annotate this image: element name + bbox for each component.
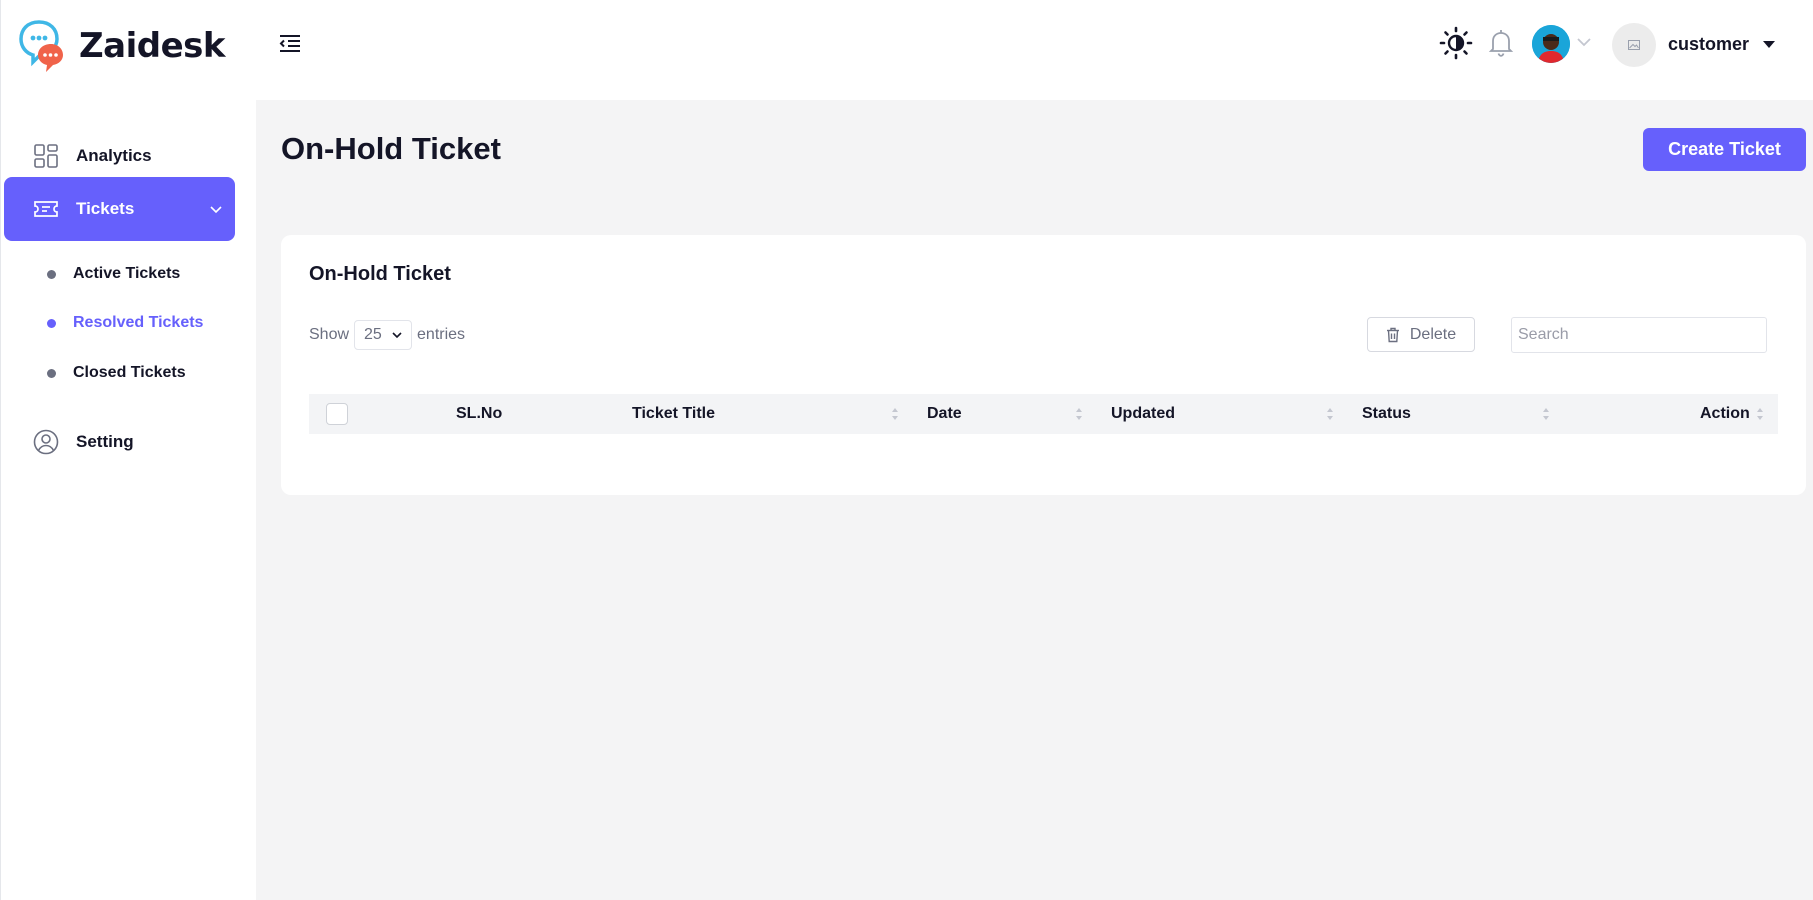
theme-toggle-icon[interactable] <box>1439 26 1473 60</box>
sidebar-subitem-label: Closed Tickets <box>73 364 186 381</box>
ticket-icon <box>34 201 58 217</box>
person-avatar-icon <box>1532 25 1570 63</box>
sidebar-subitem-closed-tickets[interactable]: Closed Tickets <box>1 359 257 387</box>
bullet-icon <box>47 318 56 328</box>
trash-icon <box>1386 327 1399 342</box>
user-avatar[interactable] <box>1612 23 1656 67</box>
bell-icon[interactable] <box>1484 26 1518 60</box>
sidebar-item-label: Analytics <box>76 146 152 165</box>
search-input[interactable] <box>1511 317 1767 353</box>
brand[interactable]: Zaidesk <box>19 16 226 76</box>
brand-name: Zaidesk <box>79 26 226 66</box>
bullet-icon <box>47 368 56 378</box>
chevron-down-icon[interactable] <box>1576 36 1592 48</box>
chevron-down-icon <box>392 332 402 339</box>
entries-select[interactable]: 25 <box>354 320 413 350</box>
user-name[interactable]: customer <box>1668 34 1749 55</box>
sidebar-subitem-label: Resolved Tickets <box>73 314 204 331</box>
menu-toggle-icon[interactable] <box>276 30 304 58</box>
top-header: customer <box>256 0 1813 100</box>
show-label: Show <box>309 326 350 343</box>
entries-length-control: Show 25 entries <box>309 320 465 350</box>
column-header-date[interactable]: Date <box>927 405 962 423</box>
sidebar-subitem-resolved-tickets[interactable]: Resolved Tickets <box>1 309 257 337</box>
sidebar-subitem-active-tickets[interactable]: Active Tickets <box>1 260 257 288</box>
sort-icon[interactable] <box>1542 406 1550 422</box>
sort-icon[interactable] <box>891 406 899 422</box>
column-header-sl-no[interactable]: SL.No <box>456 405 502 423</box>
avatar[interactable] <box>1532 25 1570 63</box>
page-title: On-Hold Ticket <box>281 131 501 166</box>
delete-button[interactable]: Delete <box>1367 317 1475 352</box>
table-header: SL.No Ticket Title Date Updated Status A… <box>309 394 1778 434</box>
create-ticket-button[interactable]: Create Ticket <box>1643 128 1806 171</box>
sidebar: Zaidesk Analytics Tickets Active Tickets <box>0 0 256 900</box>
delete-label: Delete <box>1409 325 1457 343</box>
chevron-down-icon <box>210 206 222 214</box>
sort-icon[interactable] <box>1326 406 1334 422</box>
column-header-status[interactable]: Status <box>1362 405 1411 423</box>
grid-icon <box>34 144 58 168</box>
sort-icon[interactable] <box>1075 406 1083 422</box>
select-all-checkbox[interactable] <box>326 403 348 425</box>
sidebar-item-tickets[interactable]: Tickets <box>4 177 235 241</box>
logo-icon <box>19 20 63 72</box>
caret-down-icon[interactable] <box>1763 41 1775 48</box>
entries-label: entries <box>417 326 466 343</box>
image-placeholder-icon <box>1628 40 1640 50</box>
sidebar-item-setting[interactable]: Setting <box>4 410 235 474</box>
bullet-icon <box>47 269 56 279</box>
entries-value: 25 <box>364 326 382 343</box>
column-header-updated[interactable]: Updated <box>1111 405 1175 423</box>
column-header-ticket-title[interactable]: Ticket Title <box>632 405 715 423</box>
sidebar-item-label: Tickets <box>76 199 135 218</box>
sidebar-item-label: Setting <box>76 432 134 451</box>
sort-icon[interactable] <box>1756 406 1764 422</box>
sidebar-subitem-label: Active Tickets <box>73 265 181 282</box>
tickets-card: On-Hold Ticket Show 25 entries Delete SL… <box>281 235 1806 495</box>
column-header-action[interactable]: Action <box>1700 405 1750 423</box>
card-title: On-Hold Ticket <box>309 263 451 285</box>
user-circle-icon <box>33 429 59 455</box>
